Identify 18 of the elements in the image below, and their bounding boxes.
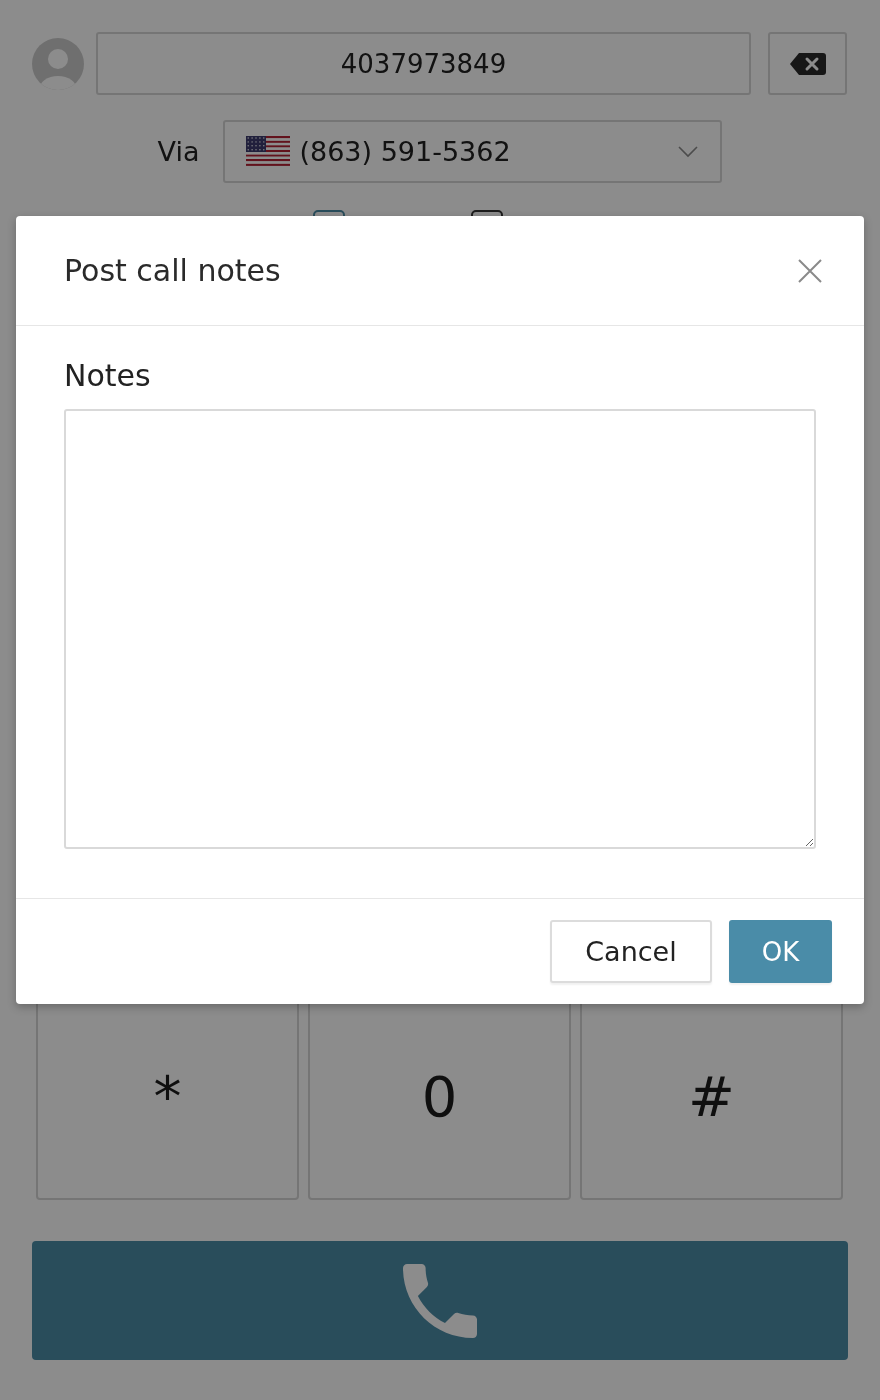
phone-number-field[interactable]: 4037973849	[96, 32, 751, 95]
chevron-down-icon	[678, 145, 699, 158]
backspace-button[interactable]	[768, 32, 847, 95]
notes-field[interactable]	[64, 409, 816, 849]
us-flag-icon	[246, 136, 291, 167]
checkbox-icon[interactable]	[313, 210, 345, 217]
checkbox-icon[interactable]	[471, 210, 503, 217]
dialog-title: Post call notes	[64, 253, 281, 288]
close-icon	[798, 258, 822, 283]
backspace-icon	[789, 52, 826, 75]
cancel-button[interactable]: Cancel	[550, 920, 712, 983]
phone-icon	[403, 1263, 477, 1338]
ok-button[interactable]: OK	[729, 920, 832, 983]
via-label: Via	[157, 136, 200, 167]
avatar-icon	[32, 37, 84, 90]
caller-id-select[interactable]: (863) 591-5362	[223, 120, 723, 183]
close-button[interactable]	[798, 258, 822, 283]
notes-label: Notes	[64, 357, 152, 395]
